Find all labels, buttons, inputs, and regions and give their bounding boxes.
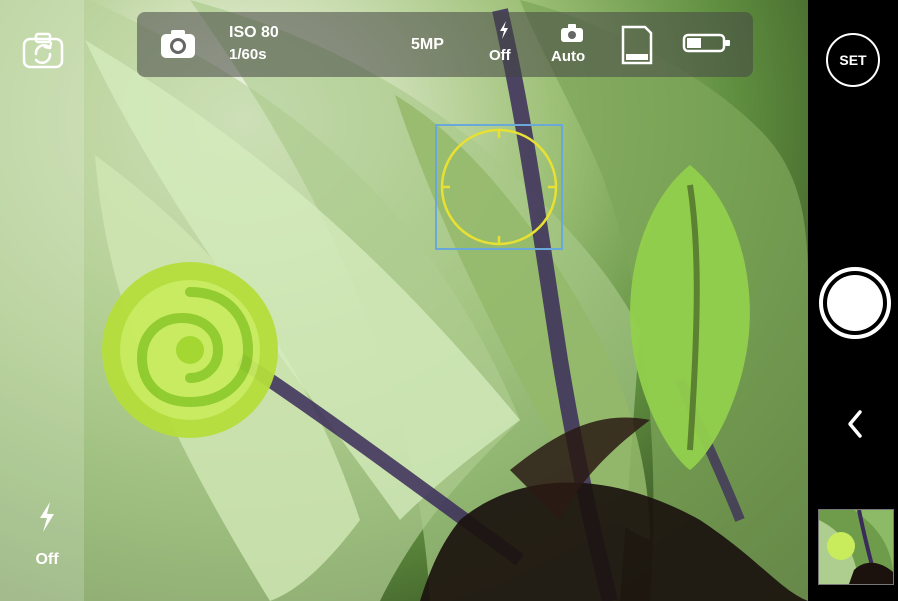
switch-camera-button[interactable] xyxy=(18,26,68,76)
top-flash-icon[interactable] xyxy=(496,20,512,40)
left-flash-toggle[interactable] xyxy=(30,500,64,534)
set-button[interactable]: SET xyxy=(826,33,880,87)
flash-icon xyxy=(500,21,508,39)
left-flash-label: Off xyxy=(35,551,59,568)
shutter-button-icon xyxy=(819,267,891,339)
flash-icon xyxy=(40,502,54,532)
top-flash-label: Off xyxy=(489,47,511,64)
resolution-text[interactable]: 5MP xyxy=(411,36,444,54)
back-button[interactable] xyxy=(840,404,870,444)
camera-icon xyxy=(161,30,195,58)
scene-camera-icon xyxy=(561,24,583,42)
sd-card-indicator xyxy=(617,24,657,66)
viewfinder[interactable] xyxy=(0,0,808,601)
gallery-thumbnail[interactable] xyxy=(818,509,894,585)
focus-reticle[interactable] xyxy=(435,124,563,250)
battery-indicator xyxy=(681,28,733,58)
switch-camera-icon xyxy=(22,32,64,69)
scene-mode-button[interactable] xyxy=(559,22,585,44)
fern-scene xyxy=(0,0,808,601)
battery-icon xyxy=(682,33,730,53)
camera-app: Off ISO 80 1/60s 5MP Off Auto SET xyxy=(0,0,898,601)
focus-target-icon xyxy=(435,124,563,250)
shutter-button[interactable] xyxy=(818,266,892,340)
set-button-label: SET xyxy=(839,52,867,68)
back-chevron-icon xyxy=(848,410,862,438)
camera-mode-button[interactable] xyxy=(155,24,201,64)
iso-text: ISO 80 xyxy=(229,24,279,41)
shutter-speed-text: 1/60s xyxy=(229,46,267,63)
scene-mode-label: Auto xyxy=(551,48,586,65)
last-photo-thumbnail xyxy=(819,510,893,584)
sd-card-icon xyxy=(621,25,653,65)
top-status-bar: ISO 80 1/60s 5MP Off Auto xyxy=(137,12,753,77)
